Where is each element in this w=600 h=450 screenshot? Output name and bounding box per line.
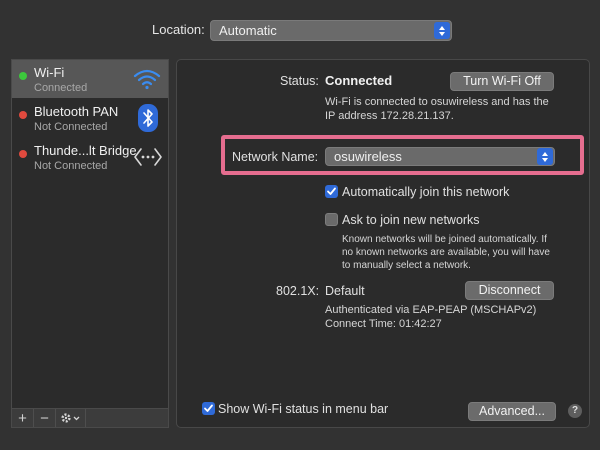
show-wifi-status-label: Show Wi-Fi status in menu bar bbox=[218, 402, 389, 416]
service-list: Wi-Fi Connected Bluetooth PAN Not Connec… bbox=[11, 59, 169, 409]
ask-join-description-line-3: to manually select a network. bbox=[342, 260, 471, 271]
dot1x-label: 802.1X: bbox=[276, 284, 320, 298]
service-name: Wi-Fi bbox=[34, 65, 65, 80]
ask-join-description-line-2: no known networks are available, you wil… bbox=[342, 247, 550, 258]
remove-service-button[interactable]: − bbox=[34, 409, 56, 427]
service-status: Connected bbox=[34, 82, 88, 94]
status-dot bbox=[19, 150, 27, 158]
show-wifi-status-checkbox[interactable] bbox=[202, 402, 215, 415]
service-name: Thunde...lt Bridge bbox=[34, 143, 137, 158]
turn-wifi-off-button[interactable]: Turn Wi-Fi Off bbox=[450, 72, 554, 91]
thunderbolt-bridge-icon bbox=[134, 148, 162, 166]
help-button[interactable]: ? bbox=[568, 404, 582, 418]
disconnect-button[interactable]: Disconnect bbox=[465, 281, 554, 300]
network-name-value: osuwireless bbox=[334, 149, 402, 164]
ask-join-description-line-1: Known networks will be joined automatica… bbox=[342, 234, 547, 245]
service-name: Bluetooth PAN bbox=[34, 104, 119, 119]
status-dot bbox=[19, 72, 27, 80]
authentication-description: Authenticated via EAP-PEAP (MSCHAPv2) bbox=[325, 304, 537, 316]
network-name-select[interactable]: osuwireless bbox=[325, 147, 555, 166]
ask-join-checkbox[interactable] bbox=[325, 213, 338, 226]
connect-time: Connect Time: 01:42:27 bbox=[325, 318, 442, 330]
status-description-line-2: IP address 172.28.21.137. bbox=[325, 110, 454, 122]
status-dot bbox=[19, 111, 27, 119]
service-item-bluetooth-pan[interactable]: Bluetooth PAN Not Connected bbox=[12, 99, 168, 137]
ask-join-label: Ask to join new networks bbox=[342, 213, 480, 227]
bluetooth-icon bbox=[138, 104, 158, 132]
location-value: Automatic bbox=[219, 23, 277, 38]
gear-icon bbox=[60, 413, 79, 423]
auto-join-label: Automatically join this network bbox=[342, 185, 510, 199]
checkmark-icon bbox=[204, 404, 213, 412]
advanced-button[interactable]: Advanced... bbox=[468, 402, 556, 421]
select-arrows-icon bbox=[434, 22, 450, 39]
service-status: Not Connected bbox=[34, 121, 108, 133]
service-item-wifi[interactable]: Wi-Fi Connected bbox=[12, 60, 168, 98]
service-item-thunderbolt-bridge[interactable]: Thunde...lt Bridge Not Connected bbox=[12, 138, 168, 176]
service-status: Not Connected bbox=[34, 160, 108, 172]
network-name-label: Network Name: bbox=[232, 150, 319, 164]
status-value: Connected bbox=[325, 73, 393, 88]
actions-menu-button[interactable] bbox=[56, 409, 86, 427]
location-select[interactable]: Automatic bbox=[210, 20, 452, 41]
checkmark-icon bbox=[327, 187, 336, 195]
dot1x-value: Default bbox=[325, 284, 365, 298]
auto-join-checkbox[interactable] bbox=[325, 185, 338, 198]
wifi-icon bbox=[133, 69, 161, 90]
add-service-button[interactable]: + bbox=[12, 409, 34, 427]
select-arrows-icon bbox=[537, 148, 553, 165]
location-label: Location: bbox=[152, 22, 205, 37]
status-label: Status: bbox=[280, 74, 319, 88]
service-list-toolbar: + − bbox=[11, 409, 169, 428]
status-description-line-1: Wi-Fi is connected to osuwireless and ha… bbox=[325, 96, 549, 108]
